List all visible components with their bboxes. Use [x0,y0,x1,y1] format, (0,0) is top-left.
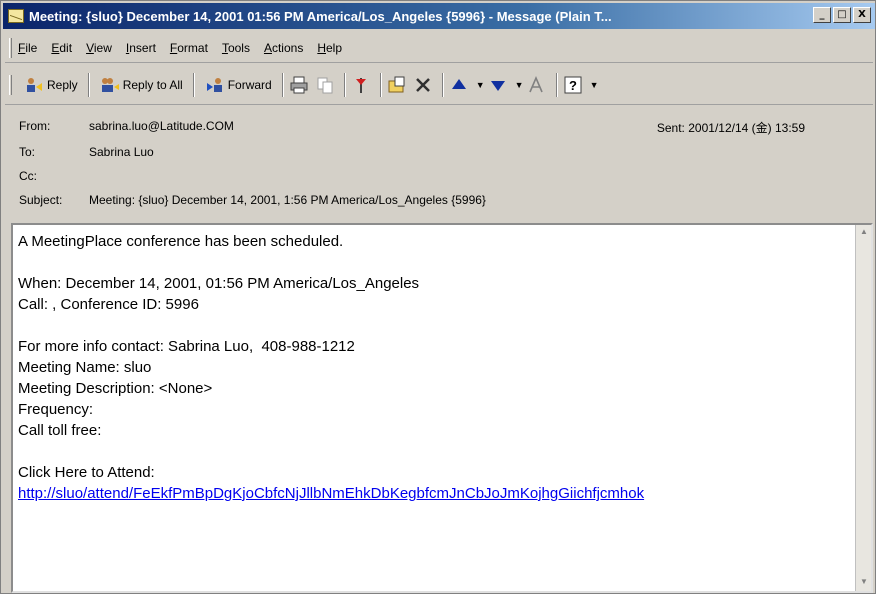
menu-edit[interactable]: Edit [51,41,72,55]
print-icon [290,76,308,93]
font-size-button[interactable] [526,71,552,99]
title-bar[interactable]: Meeting: {sluo} December 14, 2001 01:56 … [3,3,875,29]
menu-view[interactable]: View [86,41,112,55]
help-button[interactable]: ? [562,71,588,99]
flag-icon [356,77,367,93]
reply-all-icon [101,77,119,92]
toll-free-line: Call toll free: [18,422,102,439]
to-row: To: Sabrina Luo [19,145,154,159]
menu-grip[interactable] [9,37,12,58]
attend-link[interactable]: http://sluo/attend/FeEkfPmBpDgKjoCbfcNjJ… [18,485,644,502]
move-to-folder-button[interactable] [386,71,412,99]
from-value[interactable]: sabrina.luo@Latitude.COM [89,119,234,133]
menu-format[interactable]: Format [170,41,208,55]
delete-button[interactable] [412,71,438,99]
message-text: A MeetingPlace conference has been sched… [18,231,856,504]
chevron-down-icon[interactable]: ▼ [476,80,485,90]
reply-all-label: Reply to All [122,77,183,92]
toolbar-separator [281,72,284,97]
from-row: From: sabrina.luo@Latitude.COM [19,119,234,133]
click-here-line: Click Here to Attend: [18,464,155,481]
toolbar-separator [192,72,195,97]
menu-help[interactable]: Help [317,41,342,55]
toolbar: Reply Reply to All Forward ▼ ▼ ? ▼ [5,65,873,105]
message-header: From: sabrina.luo@Latitude.COM Sent: 200… [5,111,873,225]
to-value[interactable]: Sabrina Luo [89,145,154,159]
close-button[interactable]: X [853,7,871,23]
copy-button[interactable] [314,71,340,99]
maximize-button[interactable]: □ [833,7,851,23]
delete-icon [416,77,431,92]
scroll-down-icon[interactable]: ▼ [858,577,870,589]
message-window: Meeting: {sluo} December 14, 2001 01:56 … [0,0,876,594]
mail-icon [8,9,24,23]
frequency-line: Frequency: [18,401,94,418]
cc-label: Cc: [19,169,37,183]
reply-button[interactable]: Reply [18,71,84,99]
next-item-button[interactable] [487,71,513,99]
window-controls: _ □ X [813,7,871,23]
help-icon: ? [564,76,582,93]
contact-line: For more info contact: Sabrina Luo, 408-… [18,338,355,355]
previous-item-button[interactable] [448,71,474,99]
svg-text:?: ? [569,78,577,93]
reply-icon [27,77,42,92]
menu-bar: File Edit View Insert Format Tools Actio… [5,33,873,63]
toolbar-separator [379,72,382,97]
sent-row: Sent: 2001/12/14 (金) 13:59 [657,119,805,136]
forward-label: Forward [227,77,272,92]
meeting-name-line: Meeting Name: sluo [18,359,152,376]
chevron-down-icon[interactable]: ▼ [515,80,524,90]
from-label: From: [19,119,51,133]
toolbar-separator [343,72,346,97]
menu-insert[interactable]: Insert [126,41,156,55]
when-line: When: December 14, 2001, 01:56 PM Americ… [18,275,420,292]
call-line: Call: , Conference ID: 5996 [18,296,199,313]
subject-row: Subject: Meeting: {sluo} December 14, 20… [19,193,486,207]
previous-icon [452,78,467,89]
reply-all-button[interactable]: Reply to All [94,71,189,99]
to-label: To: [19,145,36,159]
message-body[interactable]: A MeetingPlace conference has been sched… [11,223,873,593]
subject-value: Meeting: {sluo} December 14, 2001, 1:56 … [89,193,486,207]
copy-icon [317,77,333,93]
flag-button[interactable] [350,71,376,99]
toolbar-grip[interactable] [9,74,12,95]
menu-file[interactable]: File [18,41,37,55]
forward-button[interactable]: Forward [199,71,278,99]
reply-label: Reply [47,77,78,92]
vertical-scrollbar[interactable]: ▲ ▼ [855,225,871,591]
window-title: Meeting: {sluo} December 14, 2001 01:56 … [29,8,612,24]
next-icon [491,80,506,91]
chevron-down-icon[interactable]: ▼ [590,80,599,90]
sent-label: Sent: [656,121,685,135]
font-size-icon [529,75,543,92]
minimize-button[interactable]: _ [813,7,831,23]
forward-icon [206,77,222,92]
sent-value: 2001/12/14 (金) 13:59 [688,121,805,135]
toolbar-separator [441,72,444,97]
toolbar-separator [555,72,558,97]
print-button[interactable] [288,71,314,99]
subject-label: Subject: [19,193,63,207]
toolbar-separator [87,72,90,97]
move-icon [388,76,405,92]
cc-row: Cc: [19,169,89,183]
menu-tools[interactable]: Tools [222,41,250,55]
menu-actions[interactable]: Actions [264,41,303,55]
scroll-up-icon[interactable]: ▲ [858,227,870,239]
meeting-description-line: Meeting Description: <None> [18,380,213,397]
intro-line: A MeetingPlace conference has been sched… [18,233,344,250]
